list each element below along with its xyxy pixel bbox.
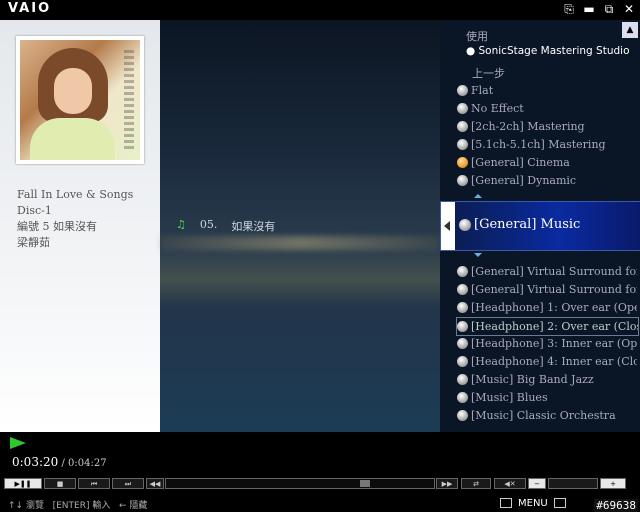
effect-item[interactable]: [Music] Classic Orchestra	[457, 407, 637, 424]
key-hints: ↑↓ 瀏覽 [ENTER] 輸入 ← 隱藏	[8, 501, 148, 511]
volume-slider[interactable]	[548, 478, 598, 489]
previous-button[interactable]: ⏮	[78, 478, 110, 489]
track-number-title: 編號 5 如果沒有	[17, 220, 97, 233]
selected-effect-label: [General] Music	[459, 217, 580, 232]
back-arrow-icon: ←	[118, 501, 127, 511]
arrow-keys-icon: ↑↓	[8, 501, 24, 511]
album-art	[16, 36, 144, 164]
window-controls: ⎘ ▬ ⧉ ✕	[562, 2, 636, 16]
effect-item[interactable]: [Headphone] 3: Inner ear (Open-a...	[457, 335, 637, 352]
player-controls: 0:03:20 / 0:04:27 ▶❚❚ ■ ⏮ ⏭ ◀◀ ▶▶ ⇄ ◀✕ −…	[0, 432, 640, 512]
artist-name: 梁靜茹	[17, 236, 50, 249]
rewind-button[interactable]: ◀◀	[146, 478, 164, 489]
stop-button[interactable]: ■	[44, 478, 76, 489]
seek-bar[interactable]	[165, 478, 435, 489]
music-note-icon: ♫	[176, 218, 186, 231]
back-item[interactable]: 上一步	[472, 65, 505, 81]
fast-forward-button[interactable]: ▶▶	[436, 478, 458, 489]
selected-effect[interactable]: [General] Music	[440, 201, 640, 251]
vaio-logo: VAIO	[8, 1, 52, 16]
playback-time: 0:03:20 / 0:04:27	[12, 455, 107, 469]
elapsed-time: 0:03:20	[12, 455, 59, 469]
radio-icon	[457, 374, 468, 385]
header-use-label: 使用	[466, 30, 488, 43]
radio-icon	[457, 139, 468, 150]
radio-icon	[457, 392, 468, 403]
seek-thumb[interactable]	[360, 480, 370, 487]
effect-item[interactable]: [5.1ch-5.1ch] Mastering	[457, 136, 637, 153]
effect-item[interactable]: Flat	[457, 82, 637, 99]
effect-item[interactable]: No Effect	[457, 100, 637, 117]
scroll-up-arrow-icon[interactable]	[474, 194, 482, 198]
effect-item[interactable]: [Headphone] 1: Over ear (Open-air)	[457, 299, 637, 316]
volume-down-button[interactable]: −	[528, 478, 546, 489]
minimize-icon[interactable]: ▬	[582, 2, 596, 16]
radio-icon	[457, 284, 468, 295]
visualization-area: ♫ 05. 如果沒有	[160, 20, 440, 432]
radio-icon	[457, 175, 468, 186]
effect-item[interactable]: [General] Virtual Surround for He...	[457, 263, 637, 280]
header-brand: ● SonicStage Mastering Studio	[466, 45, 630, 57]
effect-item-focused[interactable]: [Headphone] 2: Over ear (Closed)	[456, 317, 639, 336]
album-name: Fall In Love & Songs Disc-1	[17, 188, 134, 217]
radio-icon	[457, 321, 468, 332]
effects-header: 使用 ● SonicStage Mastering Studio	[466, 30, 630, 58]
total-time: 0:04:27	[68, 458, 107, 469]
radio-icon	[457, 302, 468, 313]
radio-icon	[457, 266, 468, 277]
title-bar: VAIO ⎘ ▬ ⧉ ✕	[0, 0, 640, 20]
radio-icon	[459, 218, 471, 231]
control-bar: ▶❚❚ ■ ⏮ ⏭ ◀◀ ▶▶ ⇄ ◀✕ − +	[4, 478, 636, 490]
radio-icon	[457, 85, 468, 96]
volume-up-button[interactable]: +	[600, 478, 626, 489]
radio-icon	[457, 121, 468, 132]
effect-item[interactable]: [Music] Blues	[457, 389, 637, 406]
scroll-down-arrow-icon[interactable]	[474, 253, 482, 257]
effect-item[interactable]: [General] Cinema	[457, 154, 637, 171]
mode-icon[interactable]: ⎘	[562, 2, 576, 16]
window-icon	[553, 498, 566, 508]
mute-button[interactable]: ◀✕	[494, 478, 526, 489]
effects-menu: ▲ 使用 ● SonicStage Mastering Studio 上一步 F…	[440, 20, 640, 432]
watermark: #69638	[594, 499, 638, 512]
arrow-left-icon	[444, 221, 450, 231]
radio-icon	[457, 103, 468, 114]
radio-icon	[457, 410, 468, 421]
track-details: Fall In Love & Songs Disc-1 編號 5 如果沒有 梁靜…	[17, 187, 160, 251]
play-state-icon	[10, 437, 26, 449]
sonicstage-icon: ●	[466, 45, 476, 57]
next-button[interactable]: ⏭	[112, 478, 144, 489]
menu-icon	[500, 498, 512, 508]
effect-item[interactable]: [Headphone] 4: Inner ear (Closed)	[457, 353, 637, 370]
now-playing: ♫ 05. 如果沒有	[176, 218, 275, 234]
now-playing-title: 如果沒有	[231, 220, 276, 233]
close-icon[interactable]: ✕	[622, 2, 636, 16]
repeat-button[interactable]: ⇄	[461, 478, 491, 489]
effect-item[interactable]: [General] Virtual Surround for Sp...	[457, 281, 637, 298]
restore-icon[interactable]: ⧉	[602, 2, 616, 16]
back-tab[interactable]	[441, 202, 455, 250]
effect-item[interactable]: [2ch-2ch] Mastering	[457, 118, 637, 135]
light-streak	[160, 236, 440, 250]
radio-icon	[457, 356, 468, 367]
menu-button[interactable]: MENU	[500, 496, 566, 510]
effect-item[interactable]: [General] Dynamic	[457, 172, 637, 189]
play-pause-button[interactable]: ▶❚❚	[4, 478, 42, 489]
radio-icon	[457, 338, 468, 349]
track-info-panel: Fall In Love & Songs Disc-1 編號 5 如果沒有 梁靜…	[0, 20, 160, 432]
now-playing-number: 05.	[199, 218, 218, 231]
effect-item[interactable]: [Music] Big Band Jazz	[457, 371, 637, 388]
active-radio-icon	[457, 157, 468, 168]
